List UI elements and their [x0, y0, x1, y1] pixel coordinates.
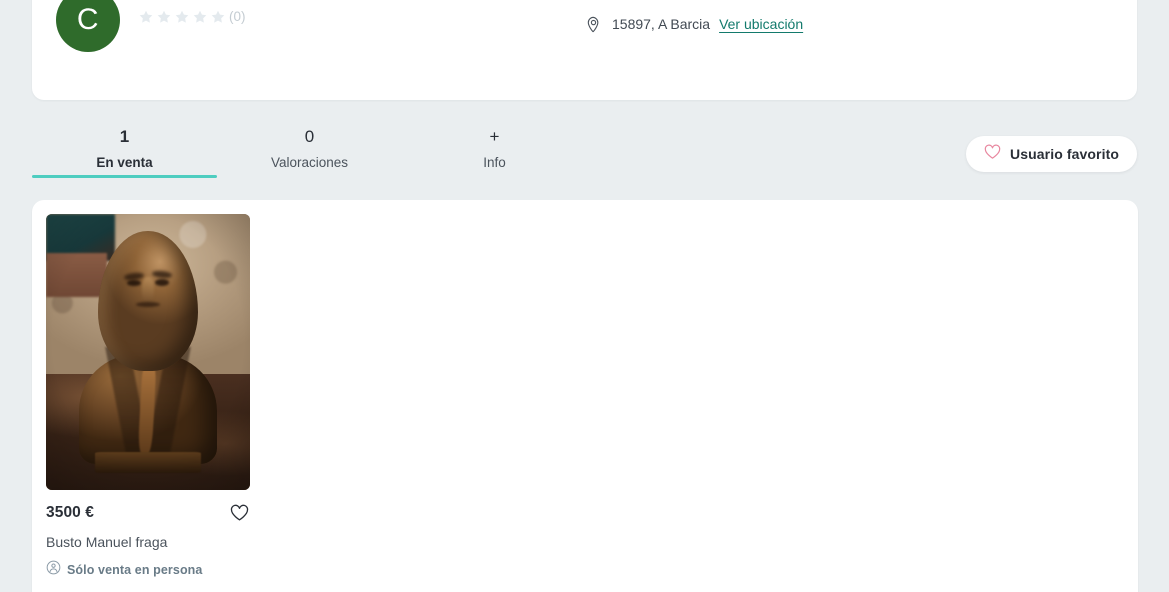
- tab-valoraciones[interactable]: 0 Valoraciones: [217, 112, 402, 178]
- in-person-only-icon: [46, 560, 61, 580]
- avatar[interactable]: C: [56, 0, 120, 52]
- favorite-user-button[interactable]: Usuario favorito: [966, 136, 1137, 172]
- profile-page: C Carlos R. (0): [0, 0, 1169, 592]
- star-icon: [192, 9, 208, 25]
- page-title: Carlos R.: [138, 0, 246, 2]
- tab-label: Valoraciones: [270, 155, 349, 170]
- favorite-product-button[interactable]: [228, 502, 250, 524]
- stats-row-location: 15897, A Barcia Ver ubicación: [584, 13, 803, 35]
- profile-header-content: C Carlos R. (0): [32, 0, 1137, 100]
- profile-stats: 0 Ventas 0 Compras 15897, A Barcia Ver u…: [584, 0, 803, 35]
- star-icon: [138, 9, 154, 25]
- shipping-label: Sólo venta en persona: [67, 563, 203, 577]
- product-image[interactable]: [46, 214, 250, 490]
- product-title: Busto Manuel fraga: [46, 534, 168, 550]
- view-location-link[interactable]: Ver ubicación: [719, 16, 803, 32]
- location-text: 15897, A Barcia: [612, 16, 711, 32]
- tab-label: En venta: [96, 155, 153, 170]
- location-pin-icon: [584, 15, 602, 33]
- profile-tabbar: 1 En venta 0 Valoraciones + Info Usuario…: [32, 112, 1137, 178]
- rating-row: (0): [138, 9, 246, 25]
- listings-grid: 3500 € Busto Manuel fraga Sólo venta en …: [46, 214, 250, 580]
- status-badge: Sólo venta en persona: [46, 560, 250, 580]
- tab-info[interactable]: + Info: [402, 112, 587, 178]
- star-icon: [174, 9, 190, 25]
- list-item[interactable]: 3500 € Busto Manuel fraga Sólo venta en …: [46, 214, 250, 580]
- rating-count: (0): [229, 9, 246, 24]
- tab-count: 0: [304, 127, 315, 146]
- heart-outline-icon: [984, 144, 1001, 165]
- favorite-user-label: Usuario favorito: [1010, 146, 1119, 162]
- tab-count: +: [489, 127, 500, 146]
- product-details: 3500 € Busto Manuel fraga Sólo venta en …: [46, 490, 250, 580]
- star-icon: [156, 9, 172, 25]
- identity-block: Carlos R. (0): [138, 0, 246, 25]
- tab-en-venta[interactable]: 1 En venta: [32, 112, 217, 178]
- photo-vignette: [46, 214, 250, 490]
- listings-card: 3500 € Busto Manuel fraga Sólo venta en …: [32, 200, 1138, 592]
- tab-count: 1: [119, 127, 130, 146]
- tab-label: Info: [483, 155, 506, 170]
- price-row: 3500 €: [46, 502, 250, 524]
- product-price: 3500 €: [46, 504, 95, 521]
- star-icon: [210, 9, 226, 25]
- tab-list: 1 En venta 0 Valoraciones + Info: [32, 112, 587, 178]
- avatar-initial: C: [76, 3, 100, 36]
- star-rating: [138, 9, 226, 25]
- profile-header-card: C Carlos R. (0): [32, 0, 1137, 100]
